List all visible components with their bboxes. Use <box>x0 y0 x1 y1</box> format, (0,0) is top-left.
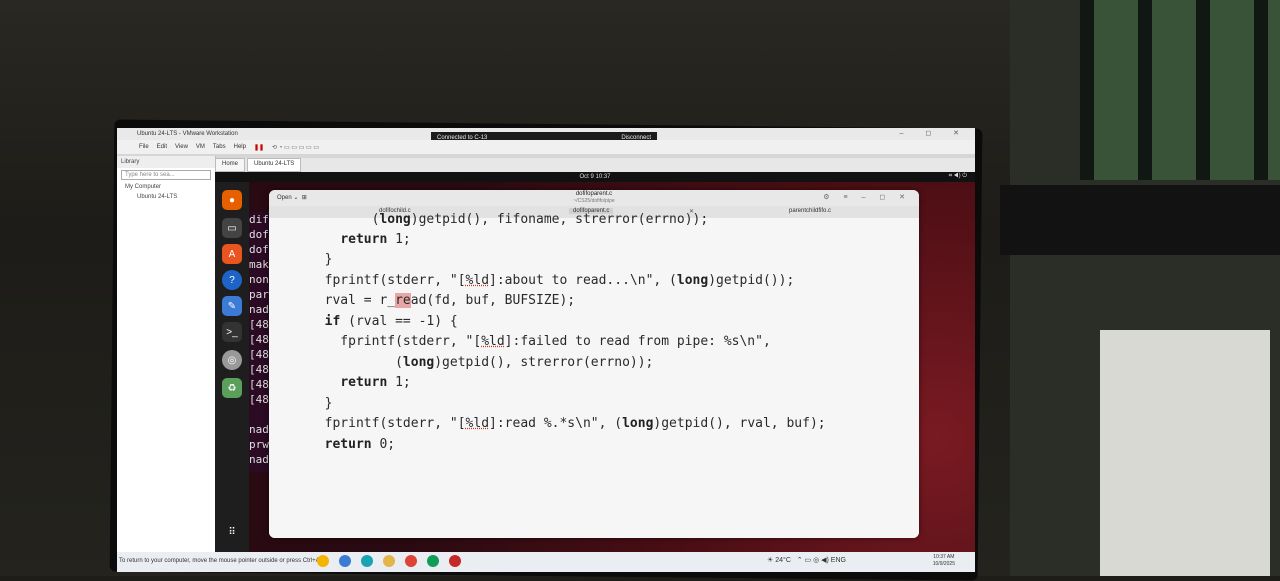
pause-icon[interactable]: ❚❚ <box>254 144 264 151</box>
terminal-line: nad <box>249 423 269 436</box>
terminal-line: [48 <box>249 348 269 361</box>
menu-vm[interactable]: VM <box>196 144 205 150</box>
terminal-line: dof <box>249 243 269 256</box>
help-icon[interactable]: ? <box>222 270 242 290</box>
window-controls[interactable]: – ◻ ✕ <box>900 129 969 137</box>
ubuntu-dock: ● ▭ A ? ✎ >_ ◎ ♻ ⠿ <box>215 182 249 552</box>
gnome-topbar: Oct 9 10:37 ⌗ ◀) ⏻ <box>215 172 975 182</box>
tab-home[interactable]: Home <box>215 158 246 172</box>
code-line: } <box>269 458 271 473</box>
terminal-line: mak <box>249 258 269 271</box>
shelf-panel <box>1100 330 1270 576</box>
menu-edit[interactable]: Edit <box>157 144 167 150</box>
files-icon[interactable]: ▭ <box>222 218 242 238</box>
app-icon[interactable] <box>449 555 461 567</box>
terminal-icon[interactable]: >_ <box>222 322 242 342</box>
vm-tabbar: Home Ubuntu 24-LTS <box>215 158 975 172</box>
software-icon[interactable]: A <box>222 244 242 264</box>
menu-tabs[interactable]: Tabs <box>213 144 226 150</box>
menu-view[interactable]: View <box>175 144 188 150</box>
code-line: fprintf(stderr, "[%ld]:failed to read fr… <box>309 334 771 349</box>
taskbar-apps <box>317 555 461 567</box>
code-editor[interactable]: (long)getpid(), fifoname, strerror(errno… <box>269 212 919 538</box>
library-header: Library <box>117 156 215 168</box>
library-search-input[interactable]: Type here to sea... <box>121 170 211 180</box>
monitor-screen: Ubuntu 24-LTS - VMware Workstation – ◻ ✕… <box>117 128 975 572</box>
text-editor-icon[interactable]: ✎ <box>222 296 242 316</box>
code-line: return 1; <box>340 375 411 390</box>
vmware-menubar: File Edit View VM Tabs Help ❚❚ ⟲ ◔ ▭ ▭ ▭… <box>117 140 975 154</box>
terminal-line: prw <box>249 438 269 451</box>
release-hint: To return to your computer, move the mou… <box>119 558 325 564</box>
code-line: } <box>309 396 333 411</box>
system-tray-icons[interactable]: ⌗ ◀) ⏻ <box>949 173 967 180</box>
terminal-line: [48 <box>249 363 269 376</box>
terminal-line: non <box>249 273 269 286</box>
code-line: rval = r_read(fd, buf, BUFSIZE); <box>309 293 576 308</box>
disc-icon[interactable]: ◎ <box>222 350 242 370</box>
firefox-icon[interactable]: ● <box>222 190 242 210</box>
code-line: fprintf(stderr, "[%ld]:about to read...\… <box>309 273 795 288</box>
edge-icon[interactable] <box>361 555 373 567</box>
terminal-line: [48 <box>249 318 269 331</box>
library-item-my-computer[interactable]: My Computer <box>117 182 215 192</box>
terminal-line: dif <box>249 213 269 226</box>
code-line: if (rval == -1) { <box>324 314 458 329</box>
code-line: (long)getpid(), strerror(errno)); <box>309 355 654 370</box>
terminal-line: par <box>249 288 269 301</box>
terminal-line: nad <box>249 303 269 316</box>
editor-window-controls[interactable]: ⚙ ≡ – ◻ ✕ <box>823 193 911 201</box>
code-line: return 0; <box>324 437 396 452</box>
store-icon[interactable] <box>339 555 351 567</box>
code-line: } <box>309 252 333 267</box>
shelf-grid <box>1080 0 1280 180</box>
widgets-icon[interactable] <box>317 555 329 567</box>
editor-title: dofifoparent.c <box>575 191 613 197</box>
terminal-line: [48 <box>249 378 269 391</box>
editor-headerbar: Open ⌄ ⊞ dofifoparent.c ~/CS25/dofifo/pi… <box>269 190 919 206</box>
tab-parentchildfifo[interactable]: parentchildfifo.c <box>789 208 831 214</box>
folder-icon[interactable] <box>383 555 395 567</box>
editor-subtitle: ~/CS25/dofifo/pipe <box>573 198 615 204</box>
app-grid-icon[interactable]: ⠿ <box>222 522 242 542</box>
tab-ubuntu[interactable]: Ubuntu 24-LTS <box>247 158 302 172</box>
chrome-alt-icon[interactable] <box>427 555 439 567</box>
chrome-icon[interactable] <box>405 555 417 567</box>
terminal-line: [48 <box>249 393 269 406</box>
taskbar-clock[interactable]: 10:37 AM 10/9/2025 <box>933 554 955 568</box>
menu-file[interactable]: File <box>139 144 149 150</box>
terminal-line: [48 <box>249 333 269 346</box>
ubuntu-desktop: Oct 9 10:37 ⌗ ◀) ⏻ ● ▭ A ? ✎ >_ ◎ ♻ ⠿ di… <box>215 172 975 552</box>
code-line: (long)getpid(), fifoname, strerror(errno… <box>309 212 709 227</box>
text-editor-window: Open ⌄ ⊞ dofifoparent.c ~/CS25/dofifo/pi… <box>269 190 919 538</box>
menu-help[interactable]: Help <box>234 144 246 150</box>
terminal-window-edge[interactable]: dif dof dof mak non par nad [48 [48 [48 … <box>249 212 269 472</box>
code-line: return 1; <box>340 232 411 247</box>
code-line: fprintf(stderr, "[%ld]:read %.*s\n", (lo… <box>309 416 826 431</box>
library-item-ubuntu[interactable]: Ubuntu 24-LTS <box>117 192 215 202</box>
terminal-line: nad <box>249 453 269 466</box>
library-panel: Library Type here to sea... My Computer … <box>117 156 216 552</box>
shelf-divider <box>1000 185 1280 255</box>
gnome-clock[interactable]: Oct 9 10:37 <box>579 174 610 180</box>
weather-widget[interactable]: ☀ 24°C ⌃ ▭ ◎ ◀) ENG <box>767 556 846 564</box>
terminal-line: dof <box>249 228 269 241</box>
toolbar-icons[interactable]: ⟲ ◔ ▭ ▭ ▭ ▭ ▭ <box>272 144 319 151</box>
trash-icon[interactable]: ♻ <box>222 378 242 398</box>
vmware-title: Ubuntu 24-LTS - VMware Workstation <box>137 131 238 137</box>
windows-taskbar: To return to your computer, move the mou… <box>117 552 975 572</box>
